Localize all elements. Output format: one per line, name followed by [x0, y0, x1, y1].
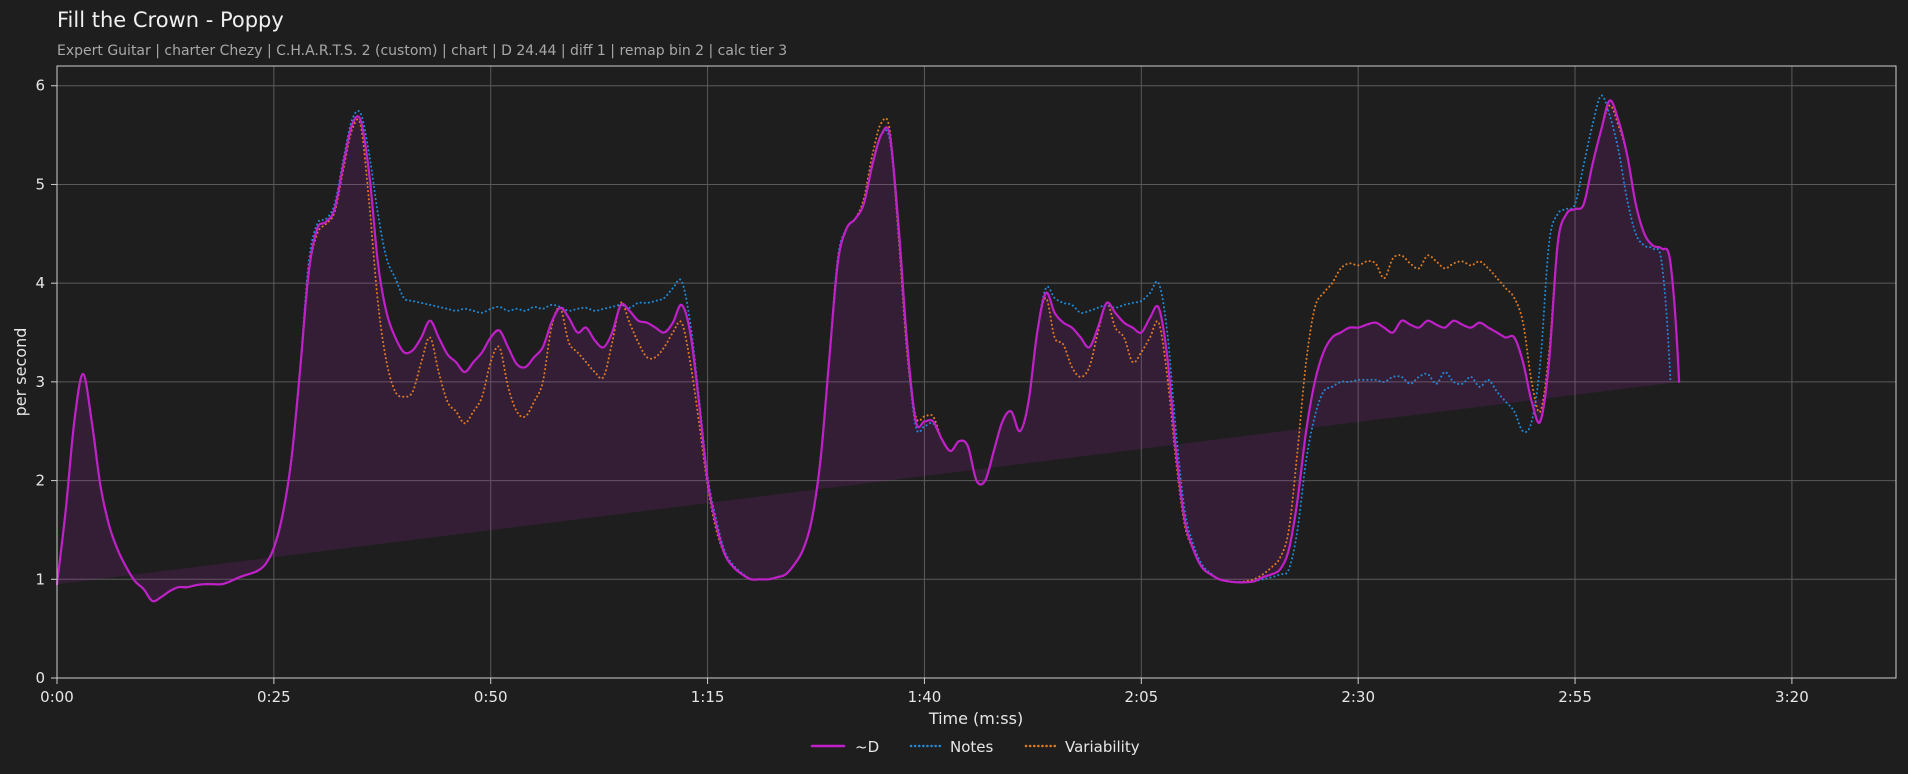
- y-axis-label: per second: [11, 328, 30, 417]
- chart-subtitle: Expert Guitar | charter Chezy | C.H.A.R.…: [57, 43, 787, 59]
- x-tick-label: 2:30: [1341, 688, 1375, 706]
- x-tick-label: 2:55: [1558, 688, 1592, 706]
- x-tick-label: 3:20: [1775, 688, 1809, 706]
- x-tick-label: 1:40: [908, 688, 942, 706]
- y-tick-label: 1: [35, 570, 45, 588]
- y-tick-label: 5: [35, 175, 45, 193]
- y-tick-label: 2: [35, 472, 45, 490]
- x-tick-label: 1:15: [691, 688, 725, 706]
- x-tick-label: 0:00: [40, 688, 74, 706]
- x-tick-label: 0:25: [257, 688, 291, 706]
- y-tick-label: 4: [35, 274, 45, 292]
- legend-label: ~D: [855, 738, 879, 756]
- legend-label: Variability: [1065, 738, 1140, 756]
- x-tick-label: 2:05: [1124, 688, 1158, 706]
- y-tick-label: 3: [35, 373, 45, 391]
- chart-title: Fill the Crown - Poppy: [57, 8, 284, 32]
- legend: ~D Notes Variability: [810, 738, 1140, 756]
- x-axis-label: Time (m:ss): [928, 709, 1023, 728]
- chart: Fill the Crown - Poppy Expert Guitar | c…: [11, 8, 1897, 756]
- x-tick-label: 0:50: [474, 688, 508, 706]
- y-tick-label: 0: [35, 669, 45, 687]
- legend-label: Notes: [950, 738, 994, 756]
- y-tick-label: 6: [35, 77, 45, 95]
